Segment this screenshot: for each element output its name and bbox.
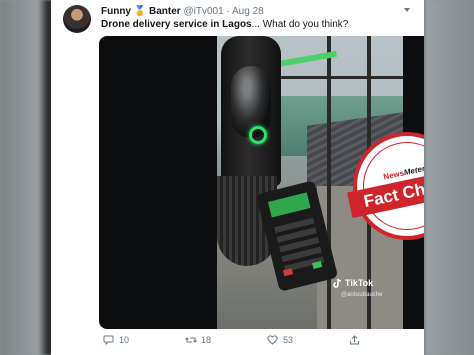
avatar[interactable] xyxy=(63,5,91,33)
pos-screen xyxy=(267,192,311,218)
retweet-icon xyxy=(185,337,197,343)
railing-bar xyxy=(277,76,403,79)
tweet-header: Funny 🏅 Banter @iTv001 · Aug 28 xyxy=(101,6,264,17)
drone-led-icon xyxy=(249,126,267,144)
tweet-text: Drone delivery service in Lagos... What … xyxy=(101,19,348,30)
share-icon xyxy=(350,335,359,345)
display-name-suffix: Banter xyxy=(149,6,181,17)
chevron-down-icon[interactable] xyxy=(404,8,410,12)
tweet-actions: 10 18 53 xyxy=(103,334,424,348)
user-handle[interactable]: @iTv001 xyxy=(183,6,223,17)
reply-icon xyxy=(103,335,114,345)
tiktok-label: TikTok xyxy=(345,278,374,288)
railing-bar xyxy=(327,36,331,329)
tweet-video[interactable]: TikTok @anlsiubauche NewsMeter Fact Chec… xyxy=(99,36,424,329)
drone-dome xyxy=(231,66,271,138)
display-name-text: Funny xyxy=(101,6,131,17)
drone-body xyxy=(217,36,281,266)
tiktok-watermark: TikTok xyxy=(333,278,374,288)
tweet-text-bold: Drone delivery service in Lagos xyxy=(101,19,252,30)
pos-cancel-key xyxy=(282,268,294,277)
tweet-card[interactable]: Funny 🏅 Banter @iTv001 · Aug 28 Drone de… xyxy=(51,0,424,355)
like-count: 53 xyxy=(283,335,294,345)
display-name[interactable]: Funny 🏅 Banter xyxy=(101,6,183,17)
tweet-date[interactable]: Aug 28 xyxy=(232,6,264,17)
separator-dot: · xyxy=(226,6,230,17)
heart-icon xyxy=(267,335,278,345)
tweet-text-rest: ... What do you think? xyxy=(251,19,349,30)
tiktok-handle: @anlsiubauche xyxy=(341,292,383,298)
medal-emoji: 🏅 xyxy=(133,6,147,17)
retweet-count: 18 xyxy=(201,335,212,345)
reply-count: 10 xyxy=(119,335,130,345)
pos-ok-key xyxy=(312,260,323,269)
tiktok-icon xyxy=(333,278,342,288)
